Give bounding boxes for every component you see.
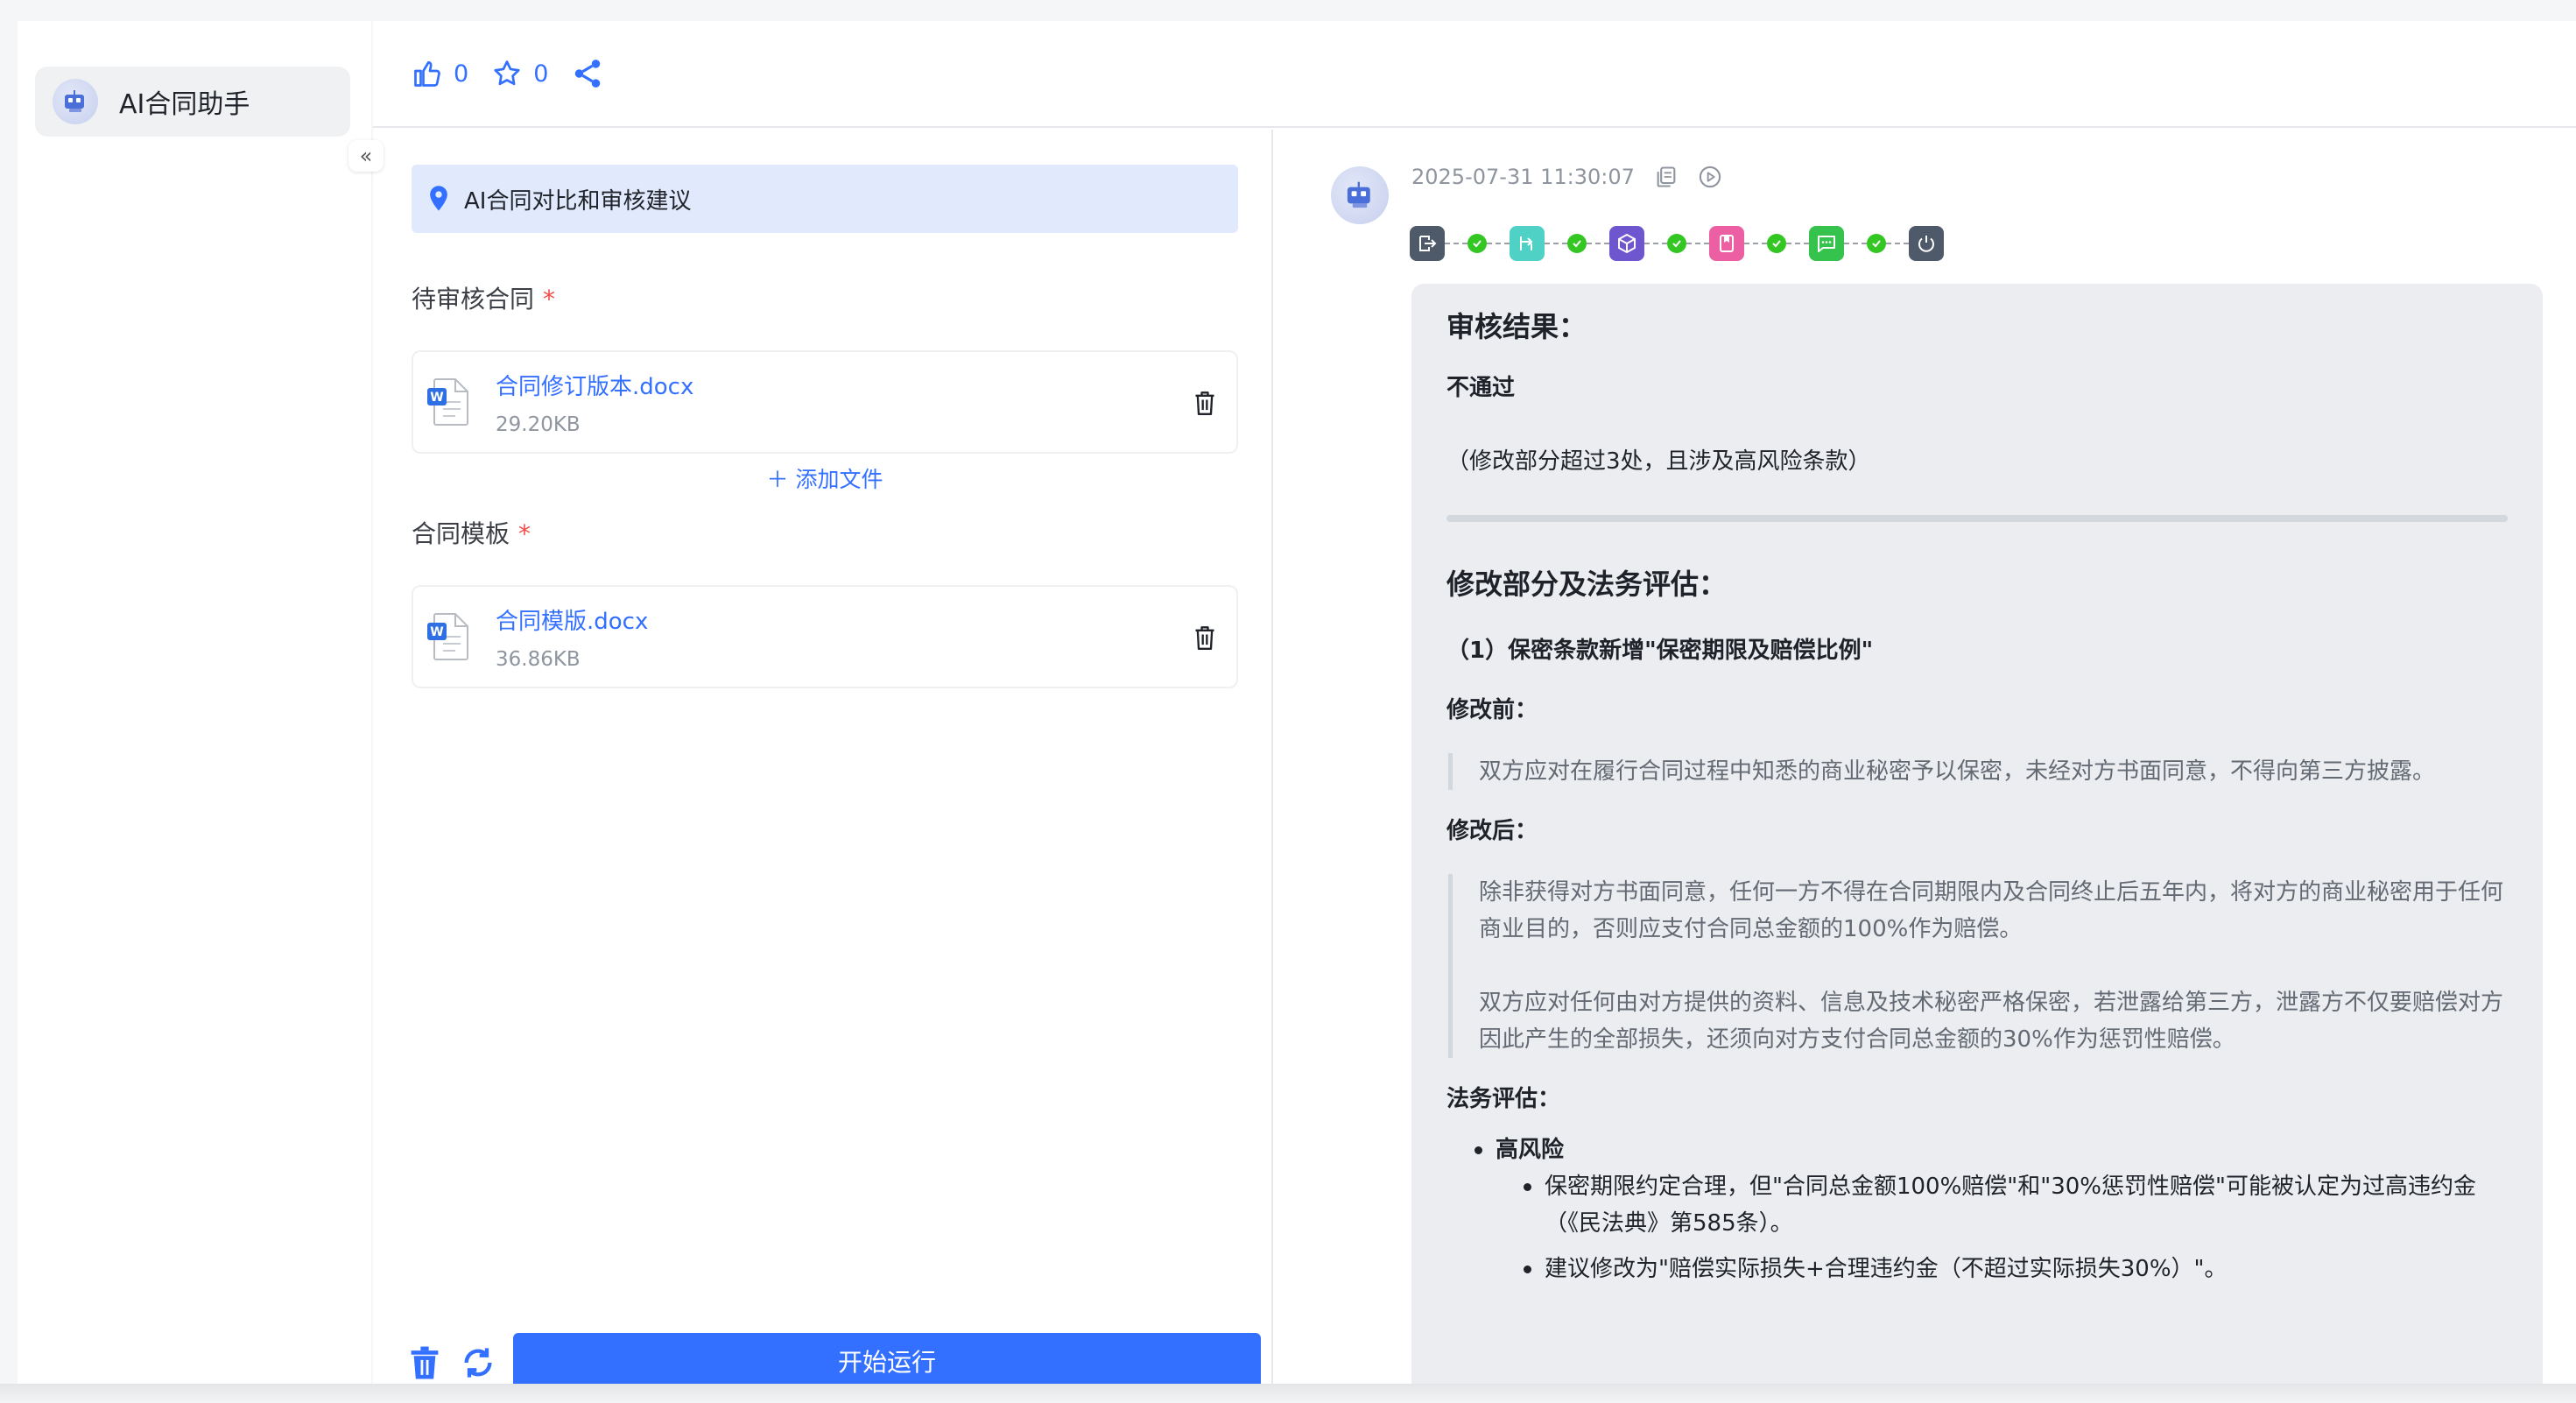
workflow-trace[interactable] xyxy=(1410,226,1944,261)
model-node-icon[interactable] xyxy=(1609,226,1644,261)
location-pin-icon xyxy=(430,186,447,211)
start-run-button[interactable]: 开始运行 xyxy=(513,1333,1261,1389)
banner-title: AI合同对比和审核建议 xyxy=(464,187,692,215)
toolbar: 0 0 xyxy=(373,21,2576,128)
app-sidebar: AI合同助手 xyxy=(18,21,371,1384)
before-quote: 双方应对在履行合同过程中知悉的商业秘密予以保密，未经对方书面同意，不得向第三方披… xyxy=(1448,753,2508,790)
add-file-button[interactable]: ＋ 添加文件 xyxy=(412,462,1238,494)
message-timestamp: 2025-07-31 11:30:07 xyxy=(1411,165,1722,189)
workflow-link xyxy=(1445,234,1510,253)
workflow-title-banner: AI合同对比和审核建议 xyxy=(412,165,1238,233)
word-file-icon: W xyxy=(426,610,473,663)
file-name-link[interactable]: 合同模版.docx xyxy=(496,603,648,636)
share-button[interactable] xyxy=(571,57,604,90)
action-bar: 开始运行 xyxy=(399,1333,1261,1391)
delete-file-button[interactable] xyxy=(1193,389,1217,420)
double-chevron-left-icon: « xyxy=(359,144,373,168)
delete-file-button[interactable] xyxy=(1193,624,1217,655)
assessment-list: 高风险 保密期限约定合理，但"合同总金额100%赔偿"和"30%惩罚性赔偿"可能… xyxy=(1475,1132,2508,1287)
before-label: 修改前： xyxy=(1446,697,1538,723)
favorite-button[interactable]: 0 xyxy=(491,58,548,89)
risk-point: 建议修改为"赔偿实际损失+合理违约金（不超过实际损失30%）"。 xyxy=(1524,1251,2508,1287)
after-quote-paragraph: 双方应对任何由对方提供的资料、信息及技术秘密严格保密，若泄露给第三方，泄露方不仅… xyxy=(1479,990,2504,1053)
robot-icon xyxy=(1347,181,1370,208)
workflow-link xyxy=(1545,234,1609,253)
template-field-label: 合同模板 * xyxy=(412,515,531,550)
check-icon xyxy=(1567,234,1587,253)
file-size: 36.86KB xyxy=(496,647,581,671)
input-form-panel: AI合同对比和审核建议 待审核合同 * W 合同修订版本.docx 29.20KB xyxy=(373,130,1273,1389)
refresh-icon xyxy=(464,1348,492,1378)
like-count: 0 xyxy=(454,60,469,88)
trash-icon xyxy=(1195,626,1214,650)
reply-node-icon[interactable] xyxy=(1809,226,1844,261)
sidebar-item-ai-contract-assistant[interactable]: AI合同助手 xyxy=(35,67,350,137)
after-quote: 除非获得对方书面同意，任何一方不得在合同期限内及合同终止后五年内，将对方的商业秘… xyxy=(1448,874,2508,1058)
file-size: 29.20KB xyxy=(496,412,581,436)
result-panel: 2025-07-31 11:30:07 审核结果： 不通过 （修改部分超过3处，… xyxy=(1275,130,2576,1384)
end-node-icon[interactable] xyxy=(1909,226,1944,261)
copy-icon xyxy=(1657,166,1676,187)
check-icon xyxy=(1467,234,1487,253)
workflow-link xyxy=(1644,234,1709,253)
main-panel: 0 0 AI合同对比和审核建议 待审核合同 * W 合同修订版本.docx 29… xyxy=(373,21,2576,1389)
collapse-sidebar-button[interactable]: « xyxy=(348,140,384,172)
copy-button[interactable] xyxy=(1654,165,1679,189)
changes-heading: 修改部分及法务评估： xyxy=(1446,568,1728,601)
contract-field-label: 待审核合同 * xyxy=(412,280,555,315)
branch-node-icon[interactable] xyxy=(1510,226,1545,261)
timestamp-text: 2025-07-31 11:30:07 xyxy=(1411,165,1635,189)
like-button[interactable]: 0 xyxy=(412,58,468,89)
section-divider xyxy=(1446,515,2508,522)
risk-points-list: 保密期限约定合理，但"合同总金额100%赔偿"和"30%惩罚性赔偿"可能被认定为… xyxy=(1524,1168,2508,1287)
reset-button[interactable] xyxy=(461,1345,496,1384)
assistant-avatar xyxy=(53,79,98,124)
start-node-icon[interactable] xyxy=(1410,226,1445,261)
required-mark: * xyxy=(543,285,556,314)
audit-result-heading: 审核结果： xyxy=(1446,310,1587,343)
check-icon xyxy=(1667,234,1686,253)
robot-icon xyxy=(65,90,84,112)
risk-point: 保密期限约定合理，但"合同总金额100%赔偿"和"30%惩罚性赔偿"可能被认定为… xyxy=(1524,1168,2508,1242)
workflow-link xyxy=(1844,234,1909,253)
audit-verdict: 不通过 xyxy=(1446,375,1516,401)
legal-assessment-label: 法务评估： xyxy=(1446,1086,1561,1112)
word-file-icon: W xyxy=(426,376,473,428)
clear-button[interactable] xyxy=(408,1345,441,1384)
review-result-content: 审核结果： 不通过 （修改部分超过3处，且涉及高风险条款） 修改部分及法务评估：… xyxy=(1411,284,2543,1384)
contract-file-card[interactable]: W 合同修订版本.docx 29.20KB xyxy=(412,350,1238,454)
trash-filled-icon xyxy=(411,1346,439,1379)
workflow-link xyxy=(1744,234,1809,253)
after-quote-paragraph: 除非获得对方书面同意，任何一方不得在合同期限内及合同终止后五年内，将对方的商业秘… xyxy=(1479,879,2504,942)
knowledge-node-icon[interactable] xyxy=(1709,226,1744,261)
check-icon xyxy=(1767,234,1786,253)
risk-level-text: 高风险 xyxy=(1496,1137,1565,1163)
assistant-avatar xyxy=(1331,166,1389,224)
svg-text:W: W xyxy=(430,391,443,405)
trash-icon xyxy=(1195,391,1214,415)
contract-label-text: 待审核合同 xyxy=(412,285,535,314)
required-mark: * xyxy=(518,519,531,548)
template-file-card[interactable]: W 合同模版.docx 36.86KB xyxy=(412,585,1238,688)
check-icon xyxy=(1867,234,1886,253)
verdict-reason: （修改部分超过3处，且涉及高风险条款） xyxy=(1446,448,1871,475)
window-bottom-edge xyxy=(0,1384,2576,1403)
change-item-title: （1）保密条款新增"保密期限及赔偿比例" xyxy=(1446,638,1874,664)
play-circle-icon xyxy=(1699,166,1721,188)
file-name-link[interactable]: 合同修订版本.docx xyxy=(496,369,693,401)
thumbs-up-icon xyxy=(414,60,440,87)
svg-text:W: W xyxy=(430,625,443,639)
sidebar-item-label: AI合同助手 xyxy=(119,89,250,120)
share-icon xyxy=(575,60,601,88)
after-label: 修改后： xyxy=(1446,818,1538,844)
star-icon xyxy=(494,60,520,86)
template-label-text: 合同模板 xyxy=(412,519,510,548)
favorite-count: 0 xyxy=(533,60,549,88)
risk-level-item: 高风险 xyxy=(1475,1132,2508,1168)
play-audio-button[interactable] xyxy=(1698,165,1722,189)
